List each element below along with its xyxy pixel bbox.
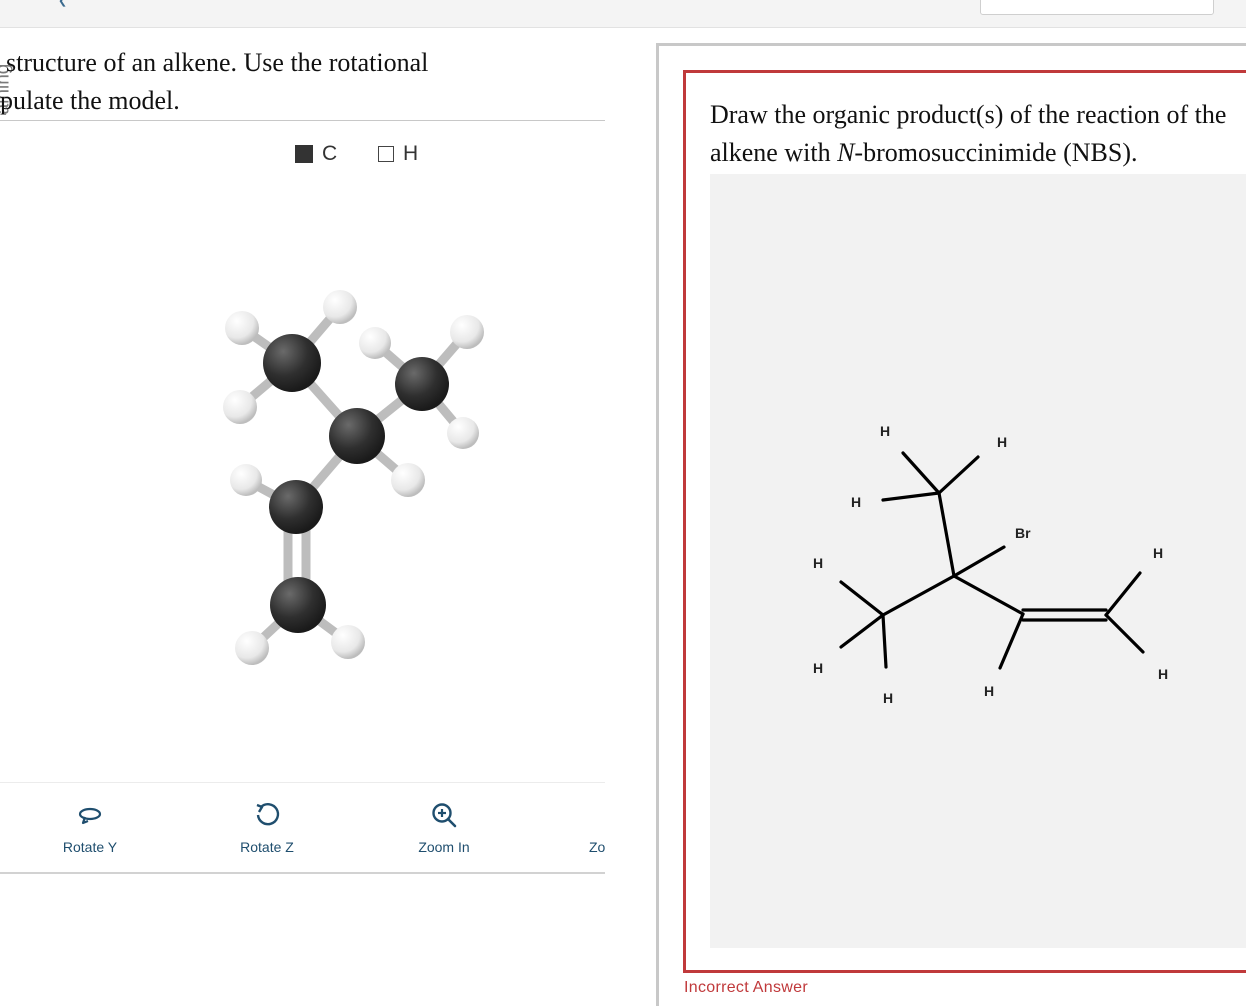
prompt-line-2: alkene with N-bromosuccinimide (NBS). (710, 134, 1226, 172)
drawing-canvas[interactable]: H H H Br H H H H H H (710, 174, 1246, 948)
atom-label: H (1158, 666, 1168, 682)
question-line-1: structure of an alkene. Use the rotation… (6, 48, 429, 77)
rotate-z-icon (256, 802, 280, 826)
legend-carbon-label: C (322, 142, 338, 165)
prompt-line-2-italic: N (837, 138, 855, 167)
legend-hydrogen-label: H (403, 142, 419, 165)
legend-hydrogen: H (378, 142, 418, 166)
question-line-2: pulate the model. (0, 86, 180, 115)
rotate-z-button[interactable]: Rotate Z (207, 797, 327, 855)
rotate-y-icon (78, 807, 102, 825)
rotate-y-label: Rotate Y (62, 839, 118, 855)
atom-label: H (880, 423, 890, 439)
top-bar: ❮ (0, 0, 1246, 28)
atom-label: H (813, 555, 823, 571)
atom-label: H (813, 660, 823, 676)
atom-label: H (1153, 545, 1163, 561)
legend-carbon: C (295, 142, 337, 166)
rotate-z-label: Rotate Z (240, 839, 294, 855)
chevron-icon[interactable]: ❮ (58, 0, 70, 7)
zoom-in-label: Zoom In (418, 839, 470, 855)
prompt-line-2-after: -bromosuccinimide (NBS). (854, 138, 1138, 167)
atom-label: H (851, 494, 861, 510)
atom-label: H (883, 690, 893, 706)
zoom-in-button[interactable]: Zoom In (384, 797, 504, 855)
zoom-out-label: Zo (589, 839, 605, 855)
atom-label: Br (1015, 525, 1031, 541)
feedback-text: Incorrect Answer (684, 979, 808, 996)
zoom-in-icon (432, 803, 457, 828)
molecule-3d-model[interactable] (200, 270, 520, 690)
structure-bonds (839, 451, 1145, 670)
legend-hydrogen-swatch (378, 146, 394, 162)
rotate-y-button[interactable]: Rotate Y (30, 797, 150, 855)
prompt-line-1: Draw the organic product(s) of the react… (710, 100, 1227, 129)
zoom-out-button[interactable]: Zo (585, 797, 605, 855)
answer-prompt: Draw the organic product(s) of the react… (710, 96, 1226, 172)
atom-label: H (997, 434, 1007, 450)
divider (0, 120, 605, 121)
top-dropdown[interactable] (980, 0, 1214, 15)
question-text: structure of an alkene. Use the rotation… (0, 44, 428, 120)
prompt-line-2-before: alkene with (710, 138, 838, 167)
legend-carbon-swatch (295, 145, 313, 163)
structure-labels: H H H Br H H H H H H (813, 423, 1168, 706)
atom-label: H (984, 683, 994, 699)
model-toolbar: Rotate Y Rotate Z Zoom In Zo (0, 782, 605, 874)
